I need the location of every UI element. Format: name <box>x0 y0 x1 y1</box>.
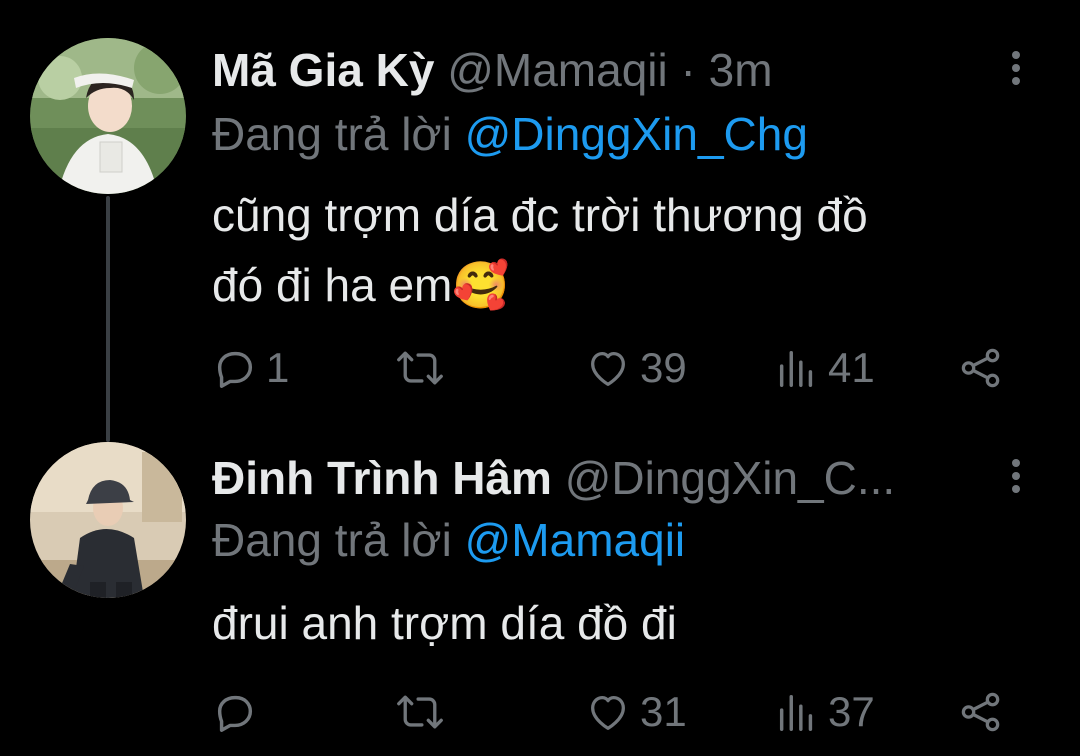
tweet-text-line: đrui anh trợm día đồ đi <box>212 597 677 649</box>
reply-button[interactable] <box>212 684 266 740</box>
views-count: 41 <box>828 344 875 391</box>
views-icon <box>774 689 820 735</box>
display-name[interactable]: Mã Gia Kỳ <box>212 44 434 96</box>
more-options-icon[interactable] <box>1004 454 1028 514</box>
avatar-mamaqii[interactable] <box>30 38 186 194</box>
user-handle[interactable]: @Mamaqii <box>447 44 668 96</box>
like-icon <box>584 689 632 735</box>
tweet-text: đrui anh trợm día đồ đi <box>212 588 1012 658</box>
reply-count: 1 <box>266 344 290 391</box>
tweet-actions: 31 37 <box>212 684 1032 740</box>
retweet-icon <box>396 345 444 391</box>
tweet-text-line: cũng trợm día đc trời thương đồ <box>212 189 868 241</box>
mention-link[interactable]: @Mamaqii <box>465 514 686 566</box>
views-button[interactable]: 37 <box>774 684 875 740</box>
user-handle[interactable]: @DinggXin_C... <box>565 452 896 504</box>
retweet-icon <box>396 689 444 735</box>
replying-to: Đang trả lời @Mamaqii <box>212 510 685 570</box>
smiling-face-with-hearts-emoji: 🥰 <box>452 259 510 311</box>
tweet-header: Đinh Trình Hâm @DinggXin_C... <box>212 446 990 510</box>
share-icon <box>958 689 1004 735</box>
share-button[interactable] <box>958 340 1004 396</box>
like-button[interactable]: 31 <box>584 684 687 740</box>
separator-dot: · <box>680 44 696 96</box>
display-name[interactable]: Đinh Trình Hâm <box>212 452 552 504</box>
retweet-button[interactable] <box>396 340 444 396</box>
avatar-dinggxin[interactable] <box>30 442 186 598</box>
tweet-actions: 1 39 41 <box>212 340 1032 396</box>
views-icon <box>774 345 820 391</box>
tweet-mamaqii[interactable]: Mã Gia Kỳ @Mamaqii · 3m Đang trả lời @Di… <box>0 0 1080 442</box>
replying-to-label: Đang trả lời <box>212 108 452 160</box>
more-options-icon[interactable] <box>1004 46 1028 106</box>
reply-button[interactable]: 1 <box>212 340 289 396</box>
thread-connector-line <box>106 196 110 442</box>
timestamp[interactable]: 3m <box>709 44 773 96</box>
share-button[interactable] <box>958 684 1004 740</box>
tweet-text-line: đó đi ha em🥰 <box>212 259 510 311</box>
reply-icon <box>212 689 258 735</box>
views-count: 37 <box>828 688 875 735</box>
tweet-header: Mã Gia Kỳ @Mamaqii · 3m <box>212 38 990 102</box>
tweet-text: cũng trợm día đc trời thương đồ đó đi ha… <box>212 180 1012 320</box>
share-icon <box>958 345 1004 391</box>
like-icon <box>584 345 632 391</box>
like-button[interactable]: 39 <box>584 340 687 396</box>
reply-icon <box>212 345 258 391</box>
tweet-dinggxin[interactable]: Đinh Trình Hâm @DinggXin_C... Đang trả l… <box>0 440 1080 756</box>
replying-to-label: Đang trả lời <box>212 514 452 566</box>
retweet-button[interactable] <box>396 684 444 740</box>
like-count: 39 <box>640 344 687 391</box>
mention-link[interactable]: @DinggXin_Chg <box>465 108 808 160</box>
replying-to: Đang trả lời @DinggXin_Chg <box>212 104 808 164</box>
views-button[interactable]: 41 <box>774 340 875 396</box>
like-count: 31 <box>640 688 687 735</box>
